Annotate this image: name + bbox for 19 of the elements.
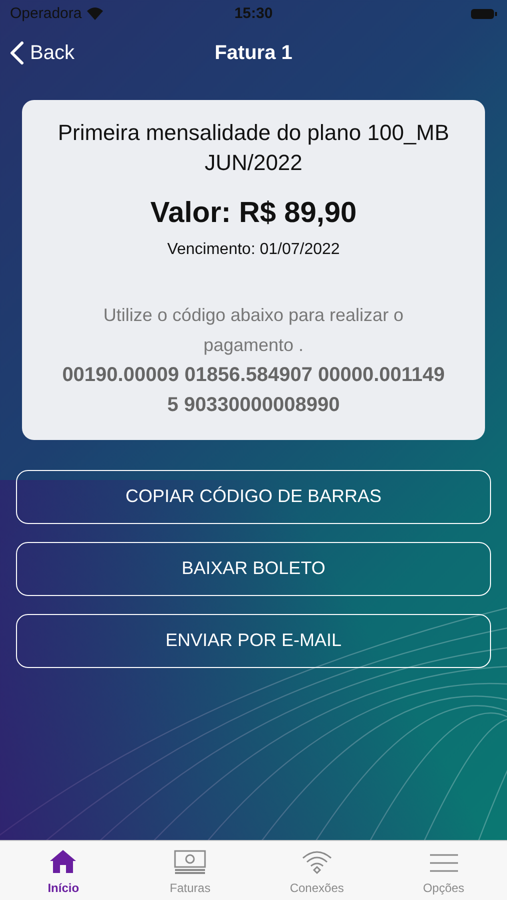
battery-icon <box>471 8 497 20</box>
wifi-icon <box>300 849 333 875</box>
screen-title: Fatura 1 <box>214 41 292 66</box>
home-icon <box>49 847 78 875</box>
back-button[interactable]: Back <box>0 38 74 68</box>
tab-item[interactable]: Início <box>0 841 127 900</box>
carrier-name: Operadora <box>10 4 82 24</box>
action-button[interactable]: COPIAR CÓDIGO DE BARRAS <box>16 470 491 524</box>
invoice-description: Primeira mensalidade do plano 100_MB JUN/2022 <box>56 119 450 177</box>
clock: 15:30 <box>234 4 273 24</box>
wifi-signal-icon <box>86 7 104 21</box>
barcode-number: 00190.00009 01856.584907 00000.001149 5 90330000008990 <box>61 362 446 418</box>
banknote-icon <box>173 849 208 875</box>
payment-instruction: Utilize o código abaixo para realizar o pagamento . <box>102 304 405 357</box>
invoice-amount: Valor: R$ 89,90 <box>150 196 357 231</box>
chevron-left-icon <box>10 41 24 65</box>
due-date: Vencimento: 01/07/2022 <box>167 240 340 260</box>
action-button[interactable]: BAIXAR BOLETO <box>16 542 491 596</box>
action-button[interactable]: ENVIAR POR E-MAIL <box>16 614 491 668</box>
